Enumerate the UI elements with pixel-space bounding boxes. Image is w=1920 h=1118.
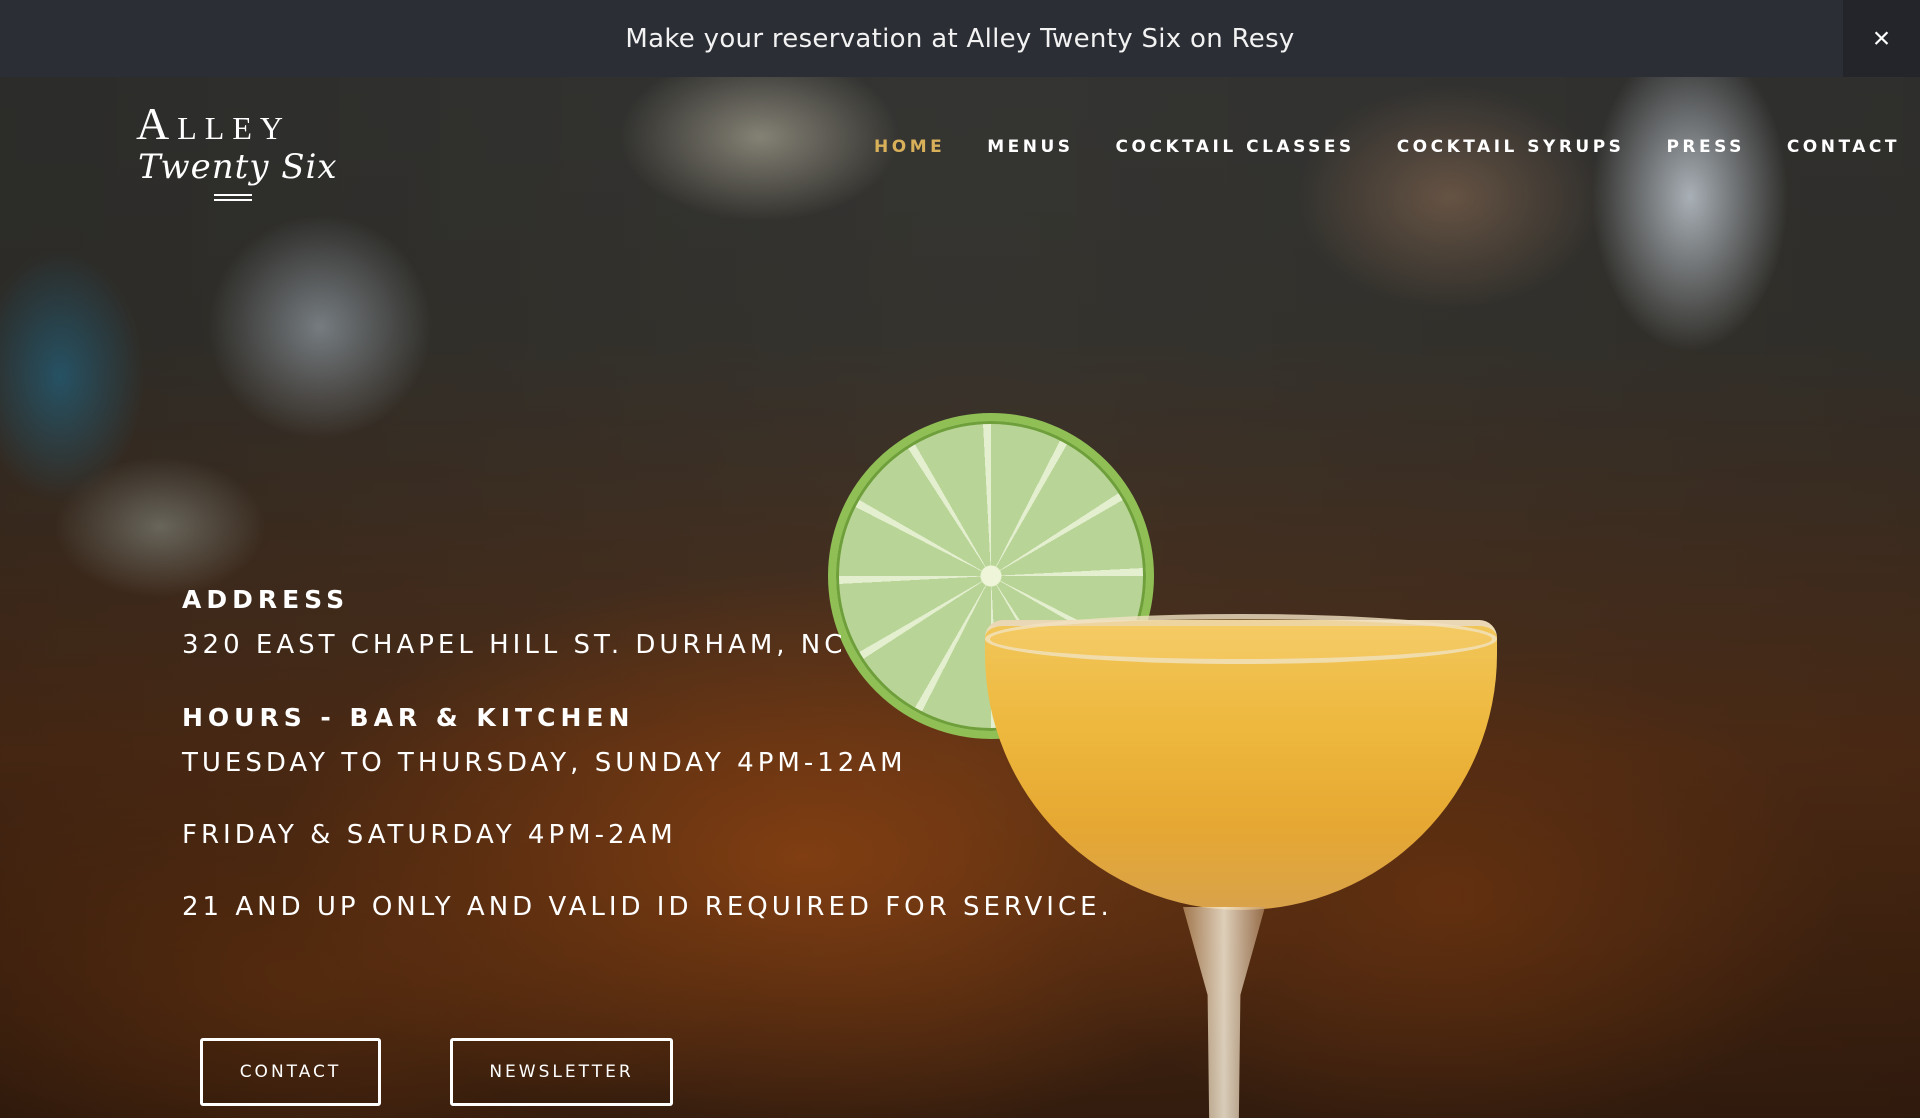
nav-item-menus[interactable]: MENUS — [987, 137, 1073, 157]
age-notice-text: 21 AND UP ONLY AND VALID ID REQUIRED FOR… — [182, 892, 1113, 922]
nav-item-home[interactable]: HOME — [874, 137, 945, 157]
address-heading: ADDRESS — [182, 585, 350, 614]
site-logo[interactable]: Alley Twenty Six — [136, 101, 346, 209]
nav-item-contact[interactable]: CONTACT — [1787, 137, 1900, 157]
main-nav: HOME MENUS COCKTAIL CLASSES COCKTAIL SYR… — [832, 137, 1900, 157]
newsletter-button[interactable]: NEWSLETTER — [450, 1038, 673, 1106]
site-header: Alley Twenty Six HOME MENUS COCKTAIL CLA… — [0, 77, 1920, 227]
hours-weekday-text: TUESDAY TO THURSDAY, SUNDAY 4PM-12AM — [182, 748, 907, 778]
hours-heading: HOURS - BAR & KITCHEN — [182, 703, 635, 732]
nav-item-cocktail-classes[interactable]: COCKTAIL CLASSES — [1116, 137, 1355, 157]
address-text: 320 EAST CHAPEL HILL ST. DURHAM, NC — [182, 630, 847, 660]
location-info: ADDRESS 320 EAST CHAPEL HILL ST. DURHAM,… — [182, 585, 1113, 923]
reservation-link[interactable]: Make your reservation at Alley Twenty Si… — [625, 24, 1294, 54]
nav-item-press[interactable]: PRESS — [1666, 137, 1744, 157]
announcement-banner: Make your reservation at Alley Twenty Si… — [0, 0, 1920, 77]
logo-underline-decoration — [214, 194, 252, 196]
logo-line-1: Alley — [136, 98, 291, 149]
contact-button[interactable]: CONTACT — [200, 1038, 381, 1106]
hours-weekend-text: FRIDAY & SATURDAY 4PM-2AM — [182, 820, 677, 850]
glass-stem-graphic — [1183, 907, 1265, 1118]
logo-line-2: Twenty Six — [138, 147, 338, 187]
close-icon[interactable]: × — [1843, 0, 1920, 77]
nav-item-cocktail-syrups[interactable]: COCKTAIL SYRUPS — [1397, 137, 1625, 157]
